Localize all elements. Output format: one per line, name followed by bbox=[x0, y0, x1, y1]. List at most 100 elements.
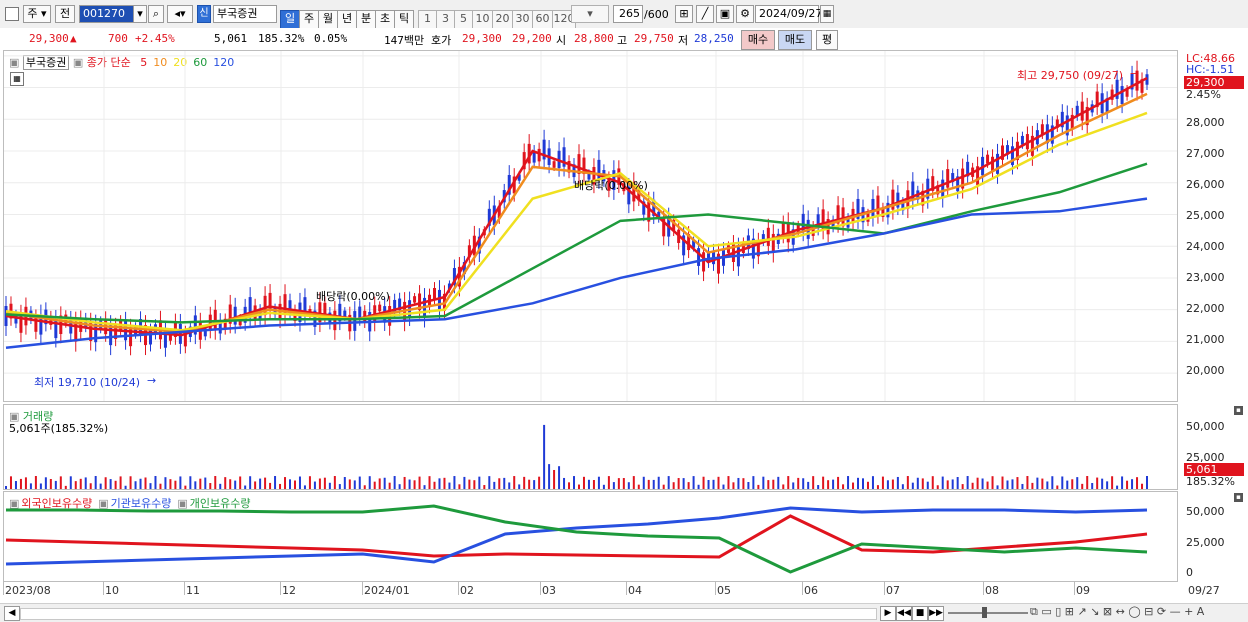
sell-button[interactable]: 매도 bbox=[778, 30, 812, 50]
volume-bar bbox=[483, 485, 486, 489]
tick-button-0[interactable]: 1 bbox=[418, 10, 437, 30]
volume-bar bbox=[468, 479, 471, 489]
period-button-5[interactable]: 초 bbox=[375, 10, 395, 30]
stock-name-field[interactable]: 부국증권 bbox=[213, 5, 277, 23]
tick-button-1[interactable]: 3 bbox=[436, 10, 455, 30]
volume-bar bbox=[458, 484, 461, 489]
stock-code-input[interactable]: 001270 bbox=[79, 5, 137, 23]
tick-button-2[interactable]: 5 bbox=[454, 10, 473, 30]
dividend-annotation-2: 배당락(0.00%) bbox=[574, 179, 648, 192]
tick-button-6[interactable]: 60 bbox=[532, 10, 553, 30]
volume-bar bbox=[697, 484, 700, 489]
draw-line-icon[interactable]: ╱ bbox=[696, 5, 714, 23]
x-tick-mark bbox=[103, 581, 104, 595]
blank-select[interactable]: ▾ bbox=[571, 5, 609, 23]
period-button-4[interactable]: 분 bbox=[356, 10, 376, 30]
chart-area[interactable]: ▣ 부국증권 ▣ 종가 단순 5 10 20 60 120 ▦ 최고 29,750 (0… bbox=[0, 50, 1248, 603]
forward-icon[interactable]: ▶▶ bbox=[928, 606, 944, 621]
zoom-slider-handle[interactable] bbox=[982, 607, 987, 618]
chevron-down-icon[interactable]: ▾ bbox=[133, 5, 147, 23]
volume-pane[interactable]: ▣ 거래량 5,061주(185.32%) bbox=[3, 404, 1178, 490]
volume-bar bbox=[79, 478, 82, 489]
volume-bar bbox=[822, 476, 825, 489]
volume-bar bbox=[597, 476, 600, 489]
volume-bar bbox=[587, 479, 590, 489]
candle-body bbox=[697, 248, 701, 266]
prev-button[interactable]: 전 bbox=[55, 5, 75, 23]
volume-bar bbox=[149, 483, 152, 489]
volume-bar bbox=[159, 483, 162, 489]
hc-label: HC:-1.51 bbox=[1186, 63, 1235, 76]
volume-bar bbox=[388, 482, 391, 489]
tick-button-4[interactable]: 20 bbox=[492, 10, 513, 30]
collapse-icon[interactable]: ▪ bbox=[1234, 406, 1243, 415]
volume-bar bbox=[667, 476, 670, 489]
volume-bar bbox=[1136, 477, 1139, 489]
tick-button-5[interactable]: 30 bbox=[512, 10, 533, 30]
count-input[interactable]: 265 bbox=[613, 5, 643, 23]
volume-bar bbox=[34, 476, 37, 489]
eval-button[interactable]: 평 bbox=[816, 30, 838, 50]
volume-bar bbox=[284, 477, 287, 489]
open-label: 시 bbox=[556, 34, 567, 47]
period-type-select[interactable]: 주 ▾ bbox=[23, 5, 51, 23]
ma-line-20 bbox=[5, 111, 1148, 332]
speaker-icon[interactable]: ◂▾ bbox=[167, 5, 193, 23]
volume-bar bbox=[677, 478, 680, 489]
period-button-6[interactable]: 틱 bbox=[394, 10, 414, 30]
volume-bar bbox=[523, 476, 526, 489]
search-icon[interactable]: ⌕ bbox=[148, 5, 164, 23]
volume-bar bbox=[114, 480, 117, 489]
date-input[interactable]: 2024/09/27 bbox=[755, 5, 822, 23]
period-button-0[interactable]: 일 bbox=[280, 10, 300, 30]
volume-bar bbox=[687, 482, 690, 489]
price-tick-3: 25,000 bbox=[1186, 209, 1225, 222]
volume-bar bbox=[792, 482, 795, 489]
volume-bar bbox=[827, 480, 830, 489]
quote-row: 29,300 ▲ 700 +2.45% 5,061 185.32% 0.05% … bbox=[0, 28, 1248, 51]
open-price: 28,800 bbox=[574, 32, 614, 45]
volume-bar bbox=[737, 477, 740, 489]
volume-bar bbox=[343, 477, 346, 489]
volume-bar bbox=[802, 478, 805, 489]
volume-bar bbox=[1056, 485, 1059, 489]
tick-button-3[interactable]: 10 bbox=[472, 10, 493, 30]
tool-icons[interactable]: ⧉ ▭ ▯ ⊞ ↗ ↘ ⊠ ↔ ◯ ⊟ ⟳ — + A bbox=[1030, 605, 1204, 619]
collapse-icon-2[interactable]: ▪ bbox=[1234, 493, 1243, 502]
volume-bar bbox=[358, 476, 361, 489]
volume-bar bbox=[99, 483, 102, 489]
holding-pane[interactable]: ▣ 외국인보유수량 ▣ 기관보유수량 ▣ 개인보유수량 bbox=[3, 491, 1178, 582]
calendar-icon[interactable]: ▦ bbox=[820, 5, 834, 23]
buy-button[interactable]: 매수 bbox=[741, 30, 775, 50]
stop-icon[interactable]: ■ bbox=[912, 606, 928, 621]
period-button-2[interactable]: 월 bbox=[318, 10, 338, 30]
save-icon[interactable]: ▣ bbox=[716, 5, 734, 23]
chart-window: 주 ▾ 전 001270 ▾ ⌕ ◂▾ 신 부국증권 일주월년분초틱 1 3 5 10… bbox=[0, 0, 1248, 622]
volume-bar bbox=[602, 484, 605, 489]
volume-bar bbox=[732, 482, 735, 489]
period-button-3[interactable]: 년 bbox=[337, 10, 357, 30]
scroll-left-icon[interactable]: ◀ bbox=[4, 606, 20, 621]
period-button-1[interactable]: 주 bbox=[299, 10, 319, 30]
volume-bar bbox=[657, 476, 660, 489]
x-tick-mark bbox=[362, 581, 363, 595]
crosshair-icon[interactable]: ⊞ bbox=[675, 5, 693, 23]
volume-bar bbox=[54, 480, 57, 489]
price-tick-7: 21,000 bbox=[1186, 333, 1225, 346]
rewind-icon[interactable]: ◀◀ bbox=[896, 606, 912, 621]
candle-body bbox=[946, 169, 950, 188]
scroll-right-icon[interactable]: ▶ bbox=[880, 606, 896, 621]
volume-bar bbox=[398, 484, 401, 489]
volume-bar bbox=[368, 476, 371, 489]
volume-bar bbox=[174, 480, 177, 489]
gear-icon[interactable]: ⚙ bbox=[736, 5, 754, 23]
volume-bar bbox=[269, 482, 272, 489]
zoom-slider[interactable] bbox=[948, 612, 1028, 614]
volume-bar bbox=[74, 481, 77, 489]
window-menu-icon[interactable] bbox=[5, 7, 19, 21]
volume-bar bbox=[812, 476, 815, 489]
scroll-track[interactable] bbox=[20, 608, 877, 620]
volume-bar bbox=[787, 476, 790, 489]
price-pane[interactable]: ▣ 부국증권 ▣ 종가 단순 5 10 20 60 120 ▦ 최고 29,750 (0… bbox=[3, 50, 1178, 402]
volume-bar bbox=[378, 478, 381, 489]
